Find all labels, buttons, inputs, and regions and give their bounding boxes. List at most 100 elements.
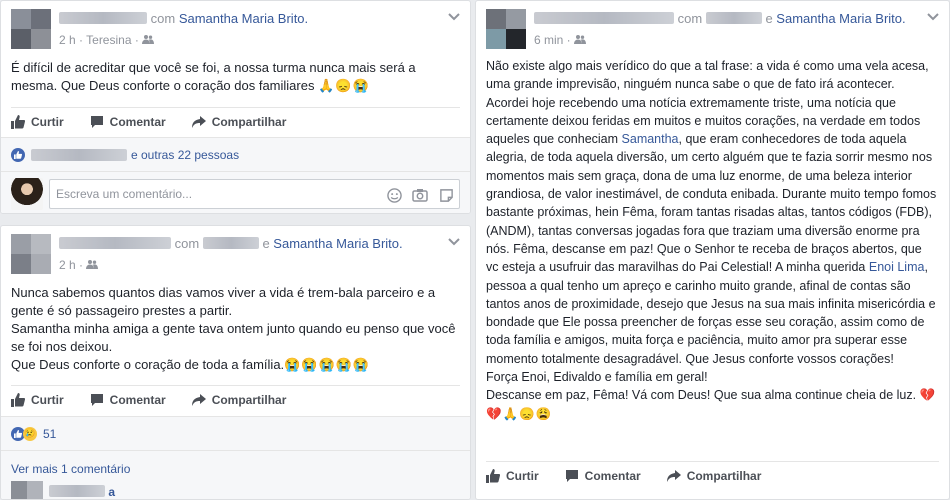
post-options-chevron-icon[interactable] bbox=[448, 234, 460, 249]
post-location[interactable]: Teresina bbox=[86, 33, 131, 47]
tagged-user-redacted[interactable] bbox=[705, 12, 762, 24]
post-paragraph: Força Enoi, Edivaldo e família em geral! bbox=[486, 370, 708, 385]
comments-section: Ver mais 1 comentário a bbox=[1, 450, 470, 499]
separator-text: e bbox=[262, 236, 270, 251]
post-text-line: Samantha minha amiga a gente tava ontem … bbox=[11, 321, 456, 354]
share-arrow-icon bbox=[666, 469, 681, 483]
thumbs-up-icon bbox=[11, 392, 25, 407]
commenter-name-fragment[interactable]: a bbox=[108, 485, 115, 499]
reactor-names-redacted[interactable] bbox=[31, 148, 127, 161]
post-text-part: Descanse em paz, Fêma! Vá com Deus! Que … bbox=[486, 388, 917, 403]
post-time[interactable]: 2 h bbox=[59, 258, 76, 272]
post-text-part: , que eram conhecedores de toda aquela a… bbox=[486, 132, 937, 275]
comment-button[interactable]: Comentar bbox=[90, 393, 166, 407]
share-button[interactable]: Compartilhar bbox=[191, 392, 287, 407]
author-name-redacted[interactable] bbox=[59, 12, 147, 24]
comment-bubble-icon bbox=[565, 469, 579, 483]
post-text: Não existe algo mais verídico do que a t… bbox=[486, 57, 937, 423]
post-actions: Curtir Comentar Compartilhar bbox=[11, 107, 460, 135]
post-paragraph: Não existe algo mais verídico do que a t… bbox=[486, 57, 937, 368]
like-button[interactable]: Curtir bbox=[11, 114, 64, 129]
share-label: Compartilhar bbox=[211, 392, 287, 407]
friends-audience-icon bbox=[86, 258, 99, 272]
like-label: Curtir bbox=[31, 392, 64, 407]
camera-icon[interactable] bbox=[412, 187, 428, 203]
post-text-line: Que Deus conforte o coração de toda a fa… bbox=[11, 356, 458, 374]
commenter-avatar[interactable] bbox=[11, 481, 43, 499]
share-button[interactable]: Compartilhar bbox=[666, 468, 762, 483]
share-arrow-icon bbox=[191, 115, 206, 129]
tagged-user-link[interactable]: Samantha Maria Brito. bbox=[776, 11, 905, 26]
like-reaction-icon bbox=[11, 147, 25, 162]
mention-link[interactable]: Samantha bbox=[622, 132, 679, 146]
post-paragraph: Descanse em paz, Fêma! Vá com Deus! Que … bbox=[486, 386, 937, 423]
post-text-line: Nunca sabemos quantos dias vamos viver a… bbox=[11, 285, 436, 318]
like-label: Curtir bbox=[506, 468, 539, 483]
post-meta: 6 min · bbox=[534, 33, 587, 47]
comment-tools bbox=[386, 187, 454, 203]
tagged-user-link[interactable]: Samantha Maria Brito. bbox=[273, 236, 402, 251]
comment-button[interactable]: Comentar bbox=[565, 469, 641, 483]
like-label: Curtir bbox=[31, 114, 64, 129]
post-card-3: com e Samantha Maria Brito. 6 min · Não … bbox=[475, 0, 950, 500]
post-actions: Curtir Comentar Compartilhar bbox=[486, 461, 939, 489]
post-actions: Curtir Comentar Compartilhar bbox=[11, 385, 460, 413]
author-avatar[interactable] bbox=[11, 9, 51, 49]
post-header: com e Samantha Maria Brito. 2 h · bbox=[11, 234, 460, 276]
with-text: com bbox=[677, 11, 703, 26]
reactions-summary[interactable]: 😢 51 bbox=[1, 416, 470, 450]
share-label: Compartilhar bbox=[686, 468, 762, 483]
reaction-count[interactable]: 51 bbox=[43, 427, 56, 441]
comment-bubble-icon bbox=[90, 393, 104, 407]
friends-audience-icon bbox=[142, 33, 155, 47]
view-more-comments-link[interactable]: Ver mais 1 comentário bbox=[11, 462, 130, 476]
tagged-user-redacted[interactable] bbox=[202, 237, 259, 249]
post-text: Nunca sabemos quantos dias vamos viver a… bbox=[11, 284, 458, 374]
sad-reaction-icon: 😢 bbox=[23, 426, 37, 441]
post-time[interactable]: 2 h bbox=[59, 33, 76, 47]
reactions-summary[interactable]: e outras 22 pessoas bbox=[1, 137, 470, 171]
author-name-redacted[interactable] bbox=[59, 237, 171, 249]
share-button[interactable]: Compartilhar bbox=[191, 114, 287, 129]
comment-author-line: a bbox=[49, 485, 115, 499]
author-line: com e Samantha Maria Brito. bbox=[59, 236, 403, 251]
comment-composer: Escreva um comentário... bbox=[1, 171, 470, 213]
post-options-chevron-icon[interactable] bbox=[927, 9, 939, 24]
post-options-chevron-icon[interactable] bbox=[448, 9, 460, 24]
share-label: Compartilhar bbox=[211, 114, 287, 129]
comment-label: Comentar bbox=[109, 114, 166, 129]
mention-link[interactable]: Enoi Lima bbox=[869, 260, 925, 274]
commenter-name-redacted[interactable] bbox=[49, 485, 105, 497]
like-button[interactable]: Curtir bbox=[11, 392, 64, 407]
like-button[interactable]: Curtir bbox=[486, 468, 539, 483]
post-text-line-content: Que Deus conforte o coração de toda a fa… bbox=[11, 357, 285, 372]
post-meta: 2 h · bbox=[59, 258, 99, 272]
tagged-user-link[interactable]: Samantha Maria Brito. bbox=[179, 11, 308, 26]
post-header: com e Samantha Maria Brito. 6 min · bbox=[486, 9, 939, 51]
sticker-icon[interactable] bbox=[438, 187, 454, 203]
author-avatar[interactable] bbox=[486, 9, 526, 49]
share-arrow-icon bbox=[191, 393, 206, 407]
thumbs-up-icon bbox=[486, 468, 500, 483]
with-text: com bbox=[150, 11, 176, 26]
reactions-others-link[interactable]: e outras 22 pessoas bbox=[131, 148, 239, 162]
author-line: com e Samantha Maria Brito. bbox=[534, 11, 906, 26]
emoji-icon[interactable] bbox=[386, 187, 402, 203]
reaction-icons bbox=[11, 147, 25, 162]
author-name-redacted[interactable] bbox=[534, 12, 674, 24]
post-text: É difícil de acreditar que você se foi, … bbox=[11, 59, 458, 95]
post-card-1: com Samantha Maria Brito. 2 h · Teresina… bbox=[0, 0, 471, 214]
reaction-icons: 😢 bbox=[11, 426, 37, 441]
with-text: com bbox=[174, 236, 200, 251]
comment-button[interactable]: Comentar bbox=[90, 115, 166, 129]
post-emojis: 😭😭😭😭😭 bbox=[284, 357, 371, 372]
post-emojis: 🙏😞😭 bbox=[318, 78, 370, 93]
separator-text: e bbox=[765, 11, 773, 26]
post-card-2: com e Samantha Maria Brito. 2 h · Nunca … bbox=[0, 225, 471, 500]
post-meta: 2 h · Teresina · bbox=[59, 33, 155, 47]
author-avatar[interactable] bbox=[11, 234, 51, 274]
thumbs-up-icon bbox=[11, 114, 25, 129]
post-time[interactable]: 6 min bbox=[534, 33, 563, 47]
comment-bubble-icon bbox=[90, 115, 104, 129]
friends-audience-icon bbox=[574, 33, 587, 47]
